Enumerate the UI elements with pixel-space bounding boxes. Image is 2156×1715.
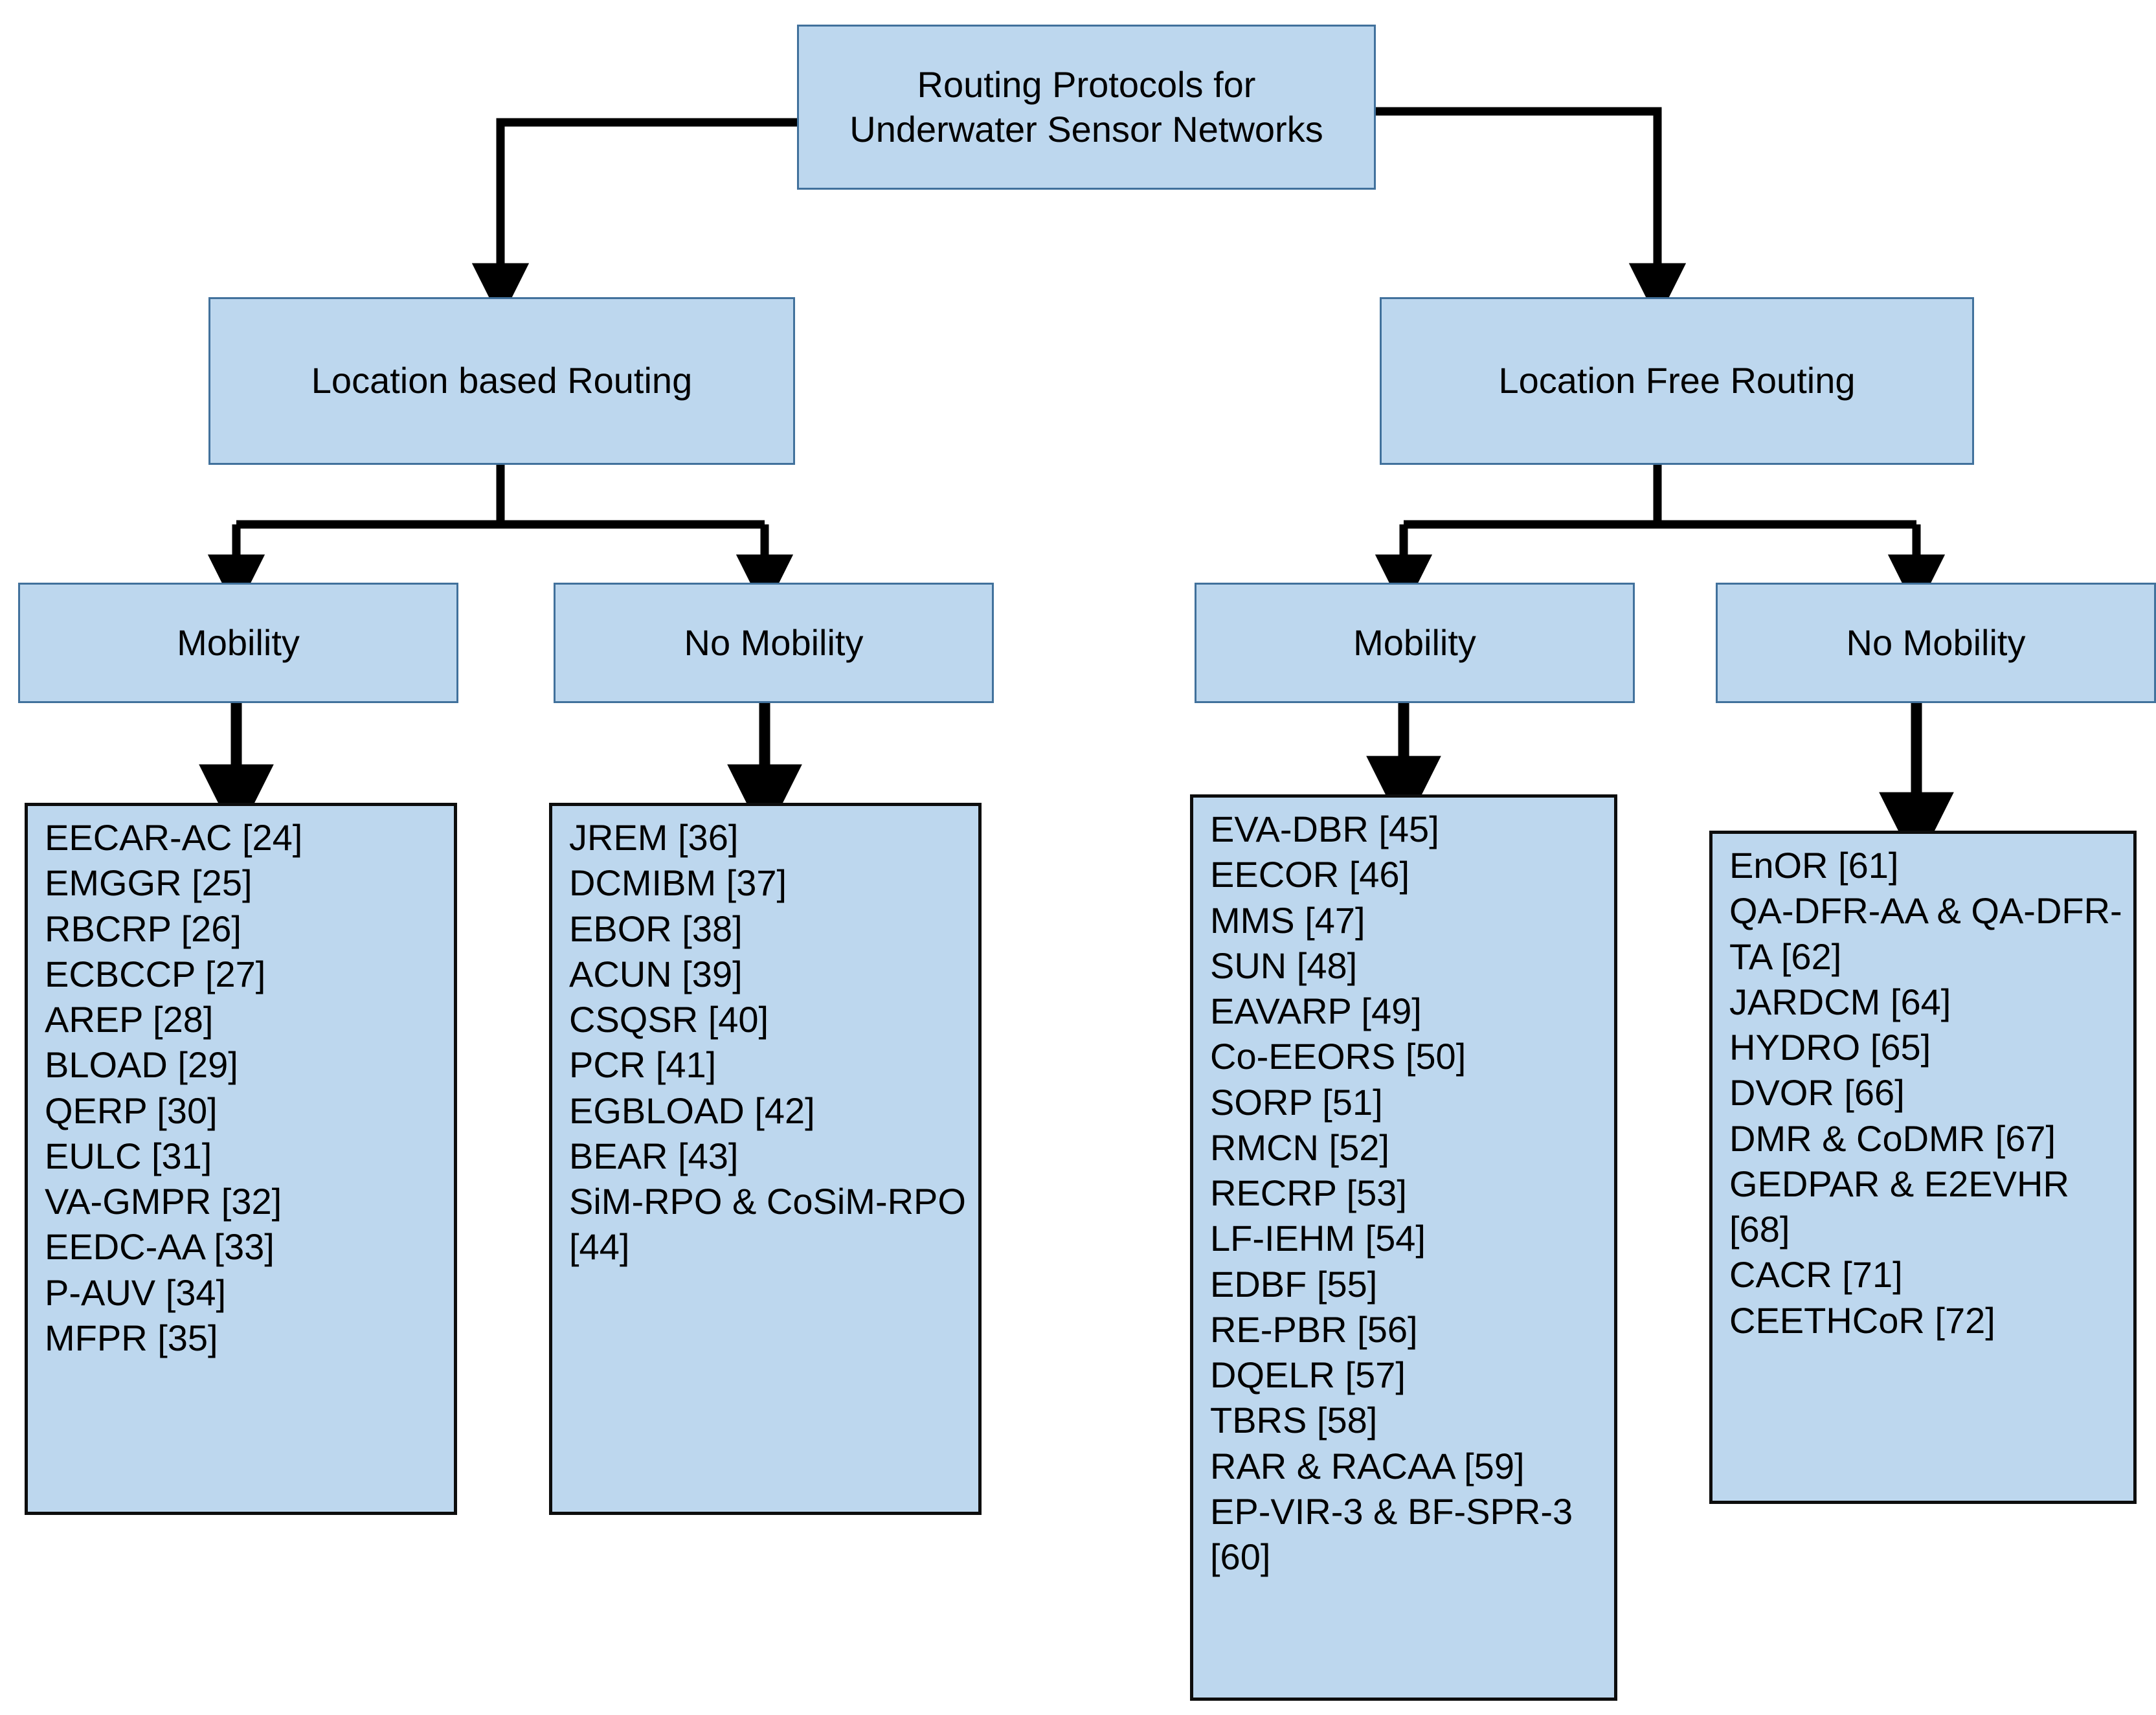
protocol-list-lb-mobility: EECAR-AC [24] EMGGR [25] RBCRP [26] ECBCCP … bbox=[28, 806, 454, 1361]
protocol-list-item: EDBF [55] bbox=[1210, 1263, 1378, 1305]
protocol-list-item: EEDC-AA [33] bbox=[45, 1226, 275, 1268]
node-location-based-routing[interactable]: Location based Routing bbox=[208, 297, 795, 465]
protocol-list-item: P-AUV [34] bbox=[45, 1272, 227, 1313]
node-lf-no-mobility-protocol-list[interactable]: EnOR [61] QA-DFR-AA & QA-DFR-TA [62] JARDC… bbox=[1709, 831, 2137, 1504]
protocol-list-item: MFPR [35] bbox=[45, 1317, 218, 1358]
protocol-list-item: GEDPAR & E2EVHR [68] bbox=[1729, 1163, 2069, 1250]
protocol-list-item: EGBLOAD [42] bbox=[569, 1090, 815, 1131]
node-lf-no-mobility-label: No Mobility bbox=[1846, 622, 2026, 663]
protocol-list-item: EULC [31] bbox=[45, 1135, 212, 1176]
protocol-list-item: RMCN [52] bbox=[1210, 1127, 1389, 1168]
protocol-list-item: CACR [71] bbox=[1729, 1254, 1903, 1295]
node-lb-mobility[interactable]: Mobility bbox=[18, 583, 458, 703]
protocol-list-item: JARDCM [64] bbox=[1729, 981, 1951, 1022]
protocol-list-item: EECOR [46] bbox=[1210, 854, 1410, 895]
protocol-list-lf-no-mobility: EnOR [61] QA-DFR-AA & QA-DFR-TA [62] JARDC… bbox=[1712, 834, 2133, 1343]
protocol-list-item: BLOAD [29] bbox=[45, 1044, 238, 1086]
protocol-list-item: QERP [30] bbox=[45, 1090, 218, 1131]
protocol-list-item: EECAR-AC [24] bbox=[45, 817, 303, 858]
protocol-list-item: CSQSR [40] bbox=[569, 999, 769, 1040]
protocol-list-item: CEETHCoR [72] bbox=[1729, 1299, 1995, 1341]
protocol-list-item: SORP [51] bbox=[1210, 1081, 1383, 1123]
protocol-list-item: EBOR [38] bbox=[569, 908, 743, 949]
protocol-list-item: RAR & RACAA [59] bbox=[1210, 1445, 1525, 1486]
node-lf-no-mobility[interactable]: No Mobility bbox=[1716, 583, 2156, 703]
protocol-list-item: RE-PBR [56] bbox=[1210, 1308, 1418, 1350]
protocol-list-item: LF-IEHM [54] bbox=[1210, 1218, 1426, 1259]
edge-root-to-location-based bbox=[471, 118, 797, 320]
protocol-list-item: EVA-DBR [45] bbox=[1210, 809, 1439, 849]
protocol-list-item: ECBCCP [27] bbox=[45, 953, 266, 994]
protocol-list-lb-no-mobility: JREM [36] DCMIBM [37] EBOR [38] ACUN [39] CS… bbox=[552, 806, 978, 1270]
flowchart-canvas: Routing Protocols for Underwater Sensor … bbox=[0, 0, 2156, 1715]
protocol-list-item: PCR [41] bbox=[569, 1044, 717, 1086]
protocol-list-item: SiM-RPO & CoSiM-RPO [44] bbox=[569, 1181, 966, 1268]
protocol-list-item: Co-EEORS [50] bbox=[1210, 1036, 1466, 1077]
protocol-list-item: DVOR [66] bbox=[1729, 1072, 1905, 1114]
node-root[interactable]: Routing Protocols for Underwater Sensor … bbox=[797, 25, 1376, 190]
edge-root-to-location-free bbox=[1376, 107, 1687, 320]
node-lb-no-mobility[interactable]: No Mobility bbox=[554, 583, 994, 703]
protocol-list-item: AREP [28] bbox=[45, 999, 214, 1040]
protocol-list-item: EP-VIR-3 & BF-SPR-3 [60] bbox=[1210, 1490, 1573, 1578]
protocol-list-item: EAVARP [49] bbox=[1210, 991, 1422, 1032]
edge-location-based-split bbox=[207, 465, 794, 612]
protocol-list-item: EnOR [61] bbox=[1729, 845, 1899, 886]
protocol-list-item: HYDRO [65] bbox=[1729, 1027, 1931, 1068]
protocol-list-item: DCMIBM [37] bbox=[569, 862, 787, 904]
protocol-list-item: ACUN [39] bbox=[569, 953, 743, 994]
node-lb-mobility-protocol-list[interactable]: EECAR-AC [24] EMGGR [25] RBCRP [26] ECBCCP … bbox=[25, 803, 457, 1515]
node-location-free-routing-label: Location Free Routing bbox=[1498, 360, 1856, 401]
protocol-list-item: QA-DFR-AA & QA-DFR-TA [62] bbox=[1729, 890, 2122, 977]
node-lf-mobility[interactable]: Mobility bbox=[1195, 583, 1635, 703]
edge-location-free-split bbox=[1375, 465, 1946, 612]
node-lb-mobility-label: Mobility bbox=[177, 622, 300, 663]
node-lf-mobility-label: Mobility bbox=[1353, 622, 1476, 663]
protocol-list-item: JREM [36] bbox=[569, 817, 739, 858]
node-lf-mobility-protocol-list[interactable]: EVA-DBR [45] EECOR [46] MMS [47] SUN [48] EA… bbox=[1190, 794, 1617, 1701]
protocol-list-lf-mobility: EVA-DBR [45] EECOR [46] MMS [47] SUN [48] EA… bbox=[1193, 798, 1614, 1580]
node-location-free-routing[interactable]: Location Free Routing bbox=[1380, 297, 1974, 465]
node-lb-no-mobility-protocol-list[interactable]: JREM [36] DCMIBM [37] EBOR [38] ACUN [39] CS… bbox=[549, 803, 982, 1515]
protocol-list-item: EMGGR [25] bbox=[45, 862, 253, 904]
protocol-list-item: RBCRP [26] bbox=[45, 908, 241, 949]
protocol-list-item: SUN [48] bbox=[1210, 945, 1358, 986]
protocol-list-item: BEAR [43] bbox=[569, 1135, 739, 1176]
node-location-based-routing-label: Location based Routing bbox=[311, 360, 693, 401]
protocol-list-item: VA-GMPR [32] bbox=[45, 1181, 282, 1222]
protocol-list-item: TBRS [58] bbox=[1210, 1400, 1378, 1441]
protocol-list-item: RECRP [53] bbox=[1210, 1172, 1407, 1214]
protocol-list-item: DMR & CoDMR [67] bbox=[1729, 1117, 2056, 1159]
node-lb-no-mobility-label: No Mobility bbox=[684, 622, 864, 663]
node-root-label: Routing Protocols for Underwater Sensor … bbox=[849, 64, 1323, 150]
protocol-list-item: MMS [47] bbox=[1210, 899, 1365, 941]
protocol-list-item: DQELR [57] bbox=[1210, 1354, 1406, 1396]
